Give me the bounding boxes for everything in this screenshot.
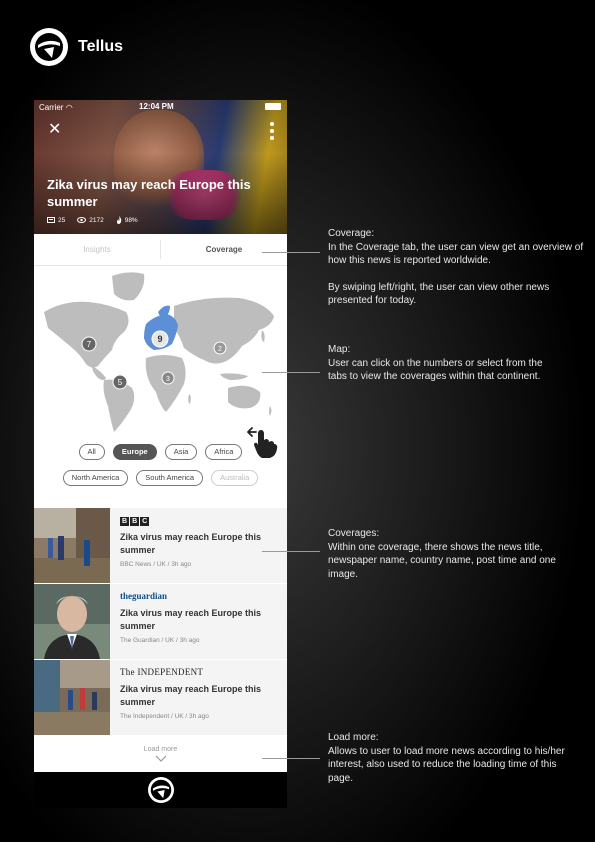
- map-madagascar: [188, 394, 191, 404]
- news-thumbnail: [34, 584, 110, 659]
- world-map[interactable]: 7 9 2 3 5: [34, 266, 287, 436]
- wifi-icon: ◠: [65, 103, 73, 112]
- newspaper-logo-bbc: BBC: [120, 517, 150, 526]
- svg-text:3: 3: [166, 376, 170, 383]
- svg-text:2: 2: [218, 346, 222, 353]
- map-central-america: [92, 366, 106, 380]
- annotation-text: In the Coverage tab, the user can view g…: [328, 241, 584, 267]
- brand-name: Tellus: [78, 38, 124, 55]
- marker-europe[interactable]: 9: [151, 330, 169, 348]
- svg-text:7: 7: [87, 340, 92, 349]
- chip-asia[interactable]: Asia: [164, 444, 198, 460]
- annotation-text: User can click on the numbers or select …: [328, 357, 543, 383]
- tellus-logo-icon: [30, 28, 68, 66]
- map-indonesia: [220, 373, 248, 380]
- battery-icon: [265, 103, 281, 110]
- annotation-heading: Load more:: [328, 732, 379, 743]
- continent-filter: All Europe Asia Africa North America Sou…: [34, 444, 287, 496]
- flame-icon: [116, 216, 121, 224]
- chip-north-america[interactable]: North America: [62, 470, 129, 486]
- annotation-coverages: Coverages: Within one coverage, there sh…: [328, 527, 588, 581]
- news-thumbnail: [34, 508, 110, 583]
- phone-screen: Carrier ◠ 12:04 PM ✕ Zika virus may reac…: [34, 100, 287, 808]
- carrier-label: Carrier ◠: [39, 103, 73, 112]
- bottom-bar: [34, 772, 287, 808]
- more-options-icon[interactable]: [269, 122, 275, 140]
- callout-line-load-more: [262, 758, 320, 759]
- load-more-button[interactable]: Load more: [34, 738, 287, 772]
- comment-icon: [47, 217, 55, 223]
- chip-europe[interactable]: Europe: [112, 444, 157, 460]
- news-title: Zika virus may reach Europe this summer: [120, 608, 262, 631]
- marker-africa[interactable]: 3: [161, 371, 175, 385]
- marker-north-america[interactable]: 7: [81, 336, 97, 352]
- marker-asia[interactable]: 2: [213, 341, 227, 355]
- status-time: 12:04 PM: [139, 102, 174, 111]
- newspaper-logo-guardian: theguardian: [120, 591, 168, 601]
- list-item[interactable]: BBC Zika virus may reach Europe this sum…: [34, 508, 287, 584]
- annotation-heading: Coverages:: [328, 528, 380, 539]
- callout-line-coverages: [262, 551, 320, 552]
- news-thumbnail: [34, 660, 110, 735]
- map-north-america: [44, 301, 129, 368]
- views-stat: 2172: [77, 216, 104, 224]
- article-title: Zika virus may reach Europe this summer: [47, 177, 251, 209]
- chip-all[interactable]: All: [78, 444, 105, 460]
- list-item[interactable]: theguardian Zika virus may reach Europe …: [34, 584, 287, 660]
- marker-south-america[interactable]: 5: [112, 374, 128, 390]
- list-item[interactable]: The INDEPENDENT Zika virus may reach Eur…: [34, 660, 287, 736]
- news-meta: The Guardian / UK / 3h ago: [120, 637, 200, 644]
- annotation-heading: Map:: [328, 344, 351, 355]
- svg-text:9: 9: [157, 334, 162, 344]
- annotation-map: Map: User can click on the numbers or se…: [328, 343, 563, 384]
- annotation-text: Within one coverage, there shows the new…: [328, 541, 556, 580]
- coverage-list: BBC Zika virus may reach Europe this sum…: [34, 508, 287, 736]
- chip-africa[interactable]: Africa: [205, 444, 243, 460]
- annotation-load-more: Load more: Allows to user to load more n…: [328, 731, 578, 785]
- map-japan: [261, 330, 265, 342]
- news-meta: BBC News / UK / 3h ago: [120, 561, 192, 568]
- newspaper-logo-independent: The INDEPENDENT: [120, 667, 204, 677]
- chip-australia[interactable]: Australia: [211, 470, 259, 486]
- chip-south-america[interactable]: South America: [136, 470, 204, 486]
- article-stats: 25 2172 98%: [47, 216, 138, 224]
- article-hero-image: [34, 100, 287, 234]
- close-button[interactable]: ✕: [48, 122, 61, 138]
- annotation-heading: Coverage:: [328, 228, 375, 239]
- brand: Tellus: [30, 28, 123, 66]
- map-australia: [228, 385, 261, 409]
- map-asia: [174, 297, 274, 364]
- tab-bar: Insights Coverage: [34, 234, 287, 266]
- tab-insights[interactable]: Insights: [34, 234, 160, 265]
- news-title: Zika virus may reach Europe this summer: [120, 532, 262, 555]
- load-more-label: Load more: [143, 746, 178, 753]
- map-new-zealand: [269, 406, 272, 416]
- hot-stat: 98%: [116, 216, 138, 224]
- news-title: Zika virus may reach Europe this summer: [120, 684, 262, 707]
- status-bar: Carrier ◠ 12:04 PM: [34, 100, 287, 114]
- map-greenland: [112, 272, 145, 301]
- annotation-text: By swiping left/right, the user can view…: [328, 281, 550, 307]
- chevron-down-icon: [155, 755, 166, 762]
- svg-text:5: 5: [118, 378, 123, 387]
- callout-line-map: [262, 372, 320, 373]
- tab-coverage[interactable]: Coverage: [161, 234, 287, 265]
- comments-stat: 25: [47, 216, 65, 224]
- callout-line-coverage: [262, 252, 320, 253]
- annotation-text: Allows to user to load more news accordi…: [328, 745, 565, 784]
- annotation-coverage: Coverage: In the Coverage tab, the user …: [328, 227, 588, 308]
- home-logo-icon[interactable]: [147, 777, 174, 803]
- news-meta: The Independent / UK / 3h ago: [120, 713, 209, 720]
- eye-icon: [77, 217, 87, 223]
